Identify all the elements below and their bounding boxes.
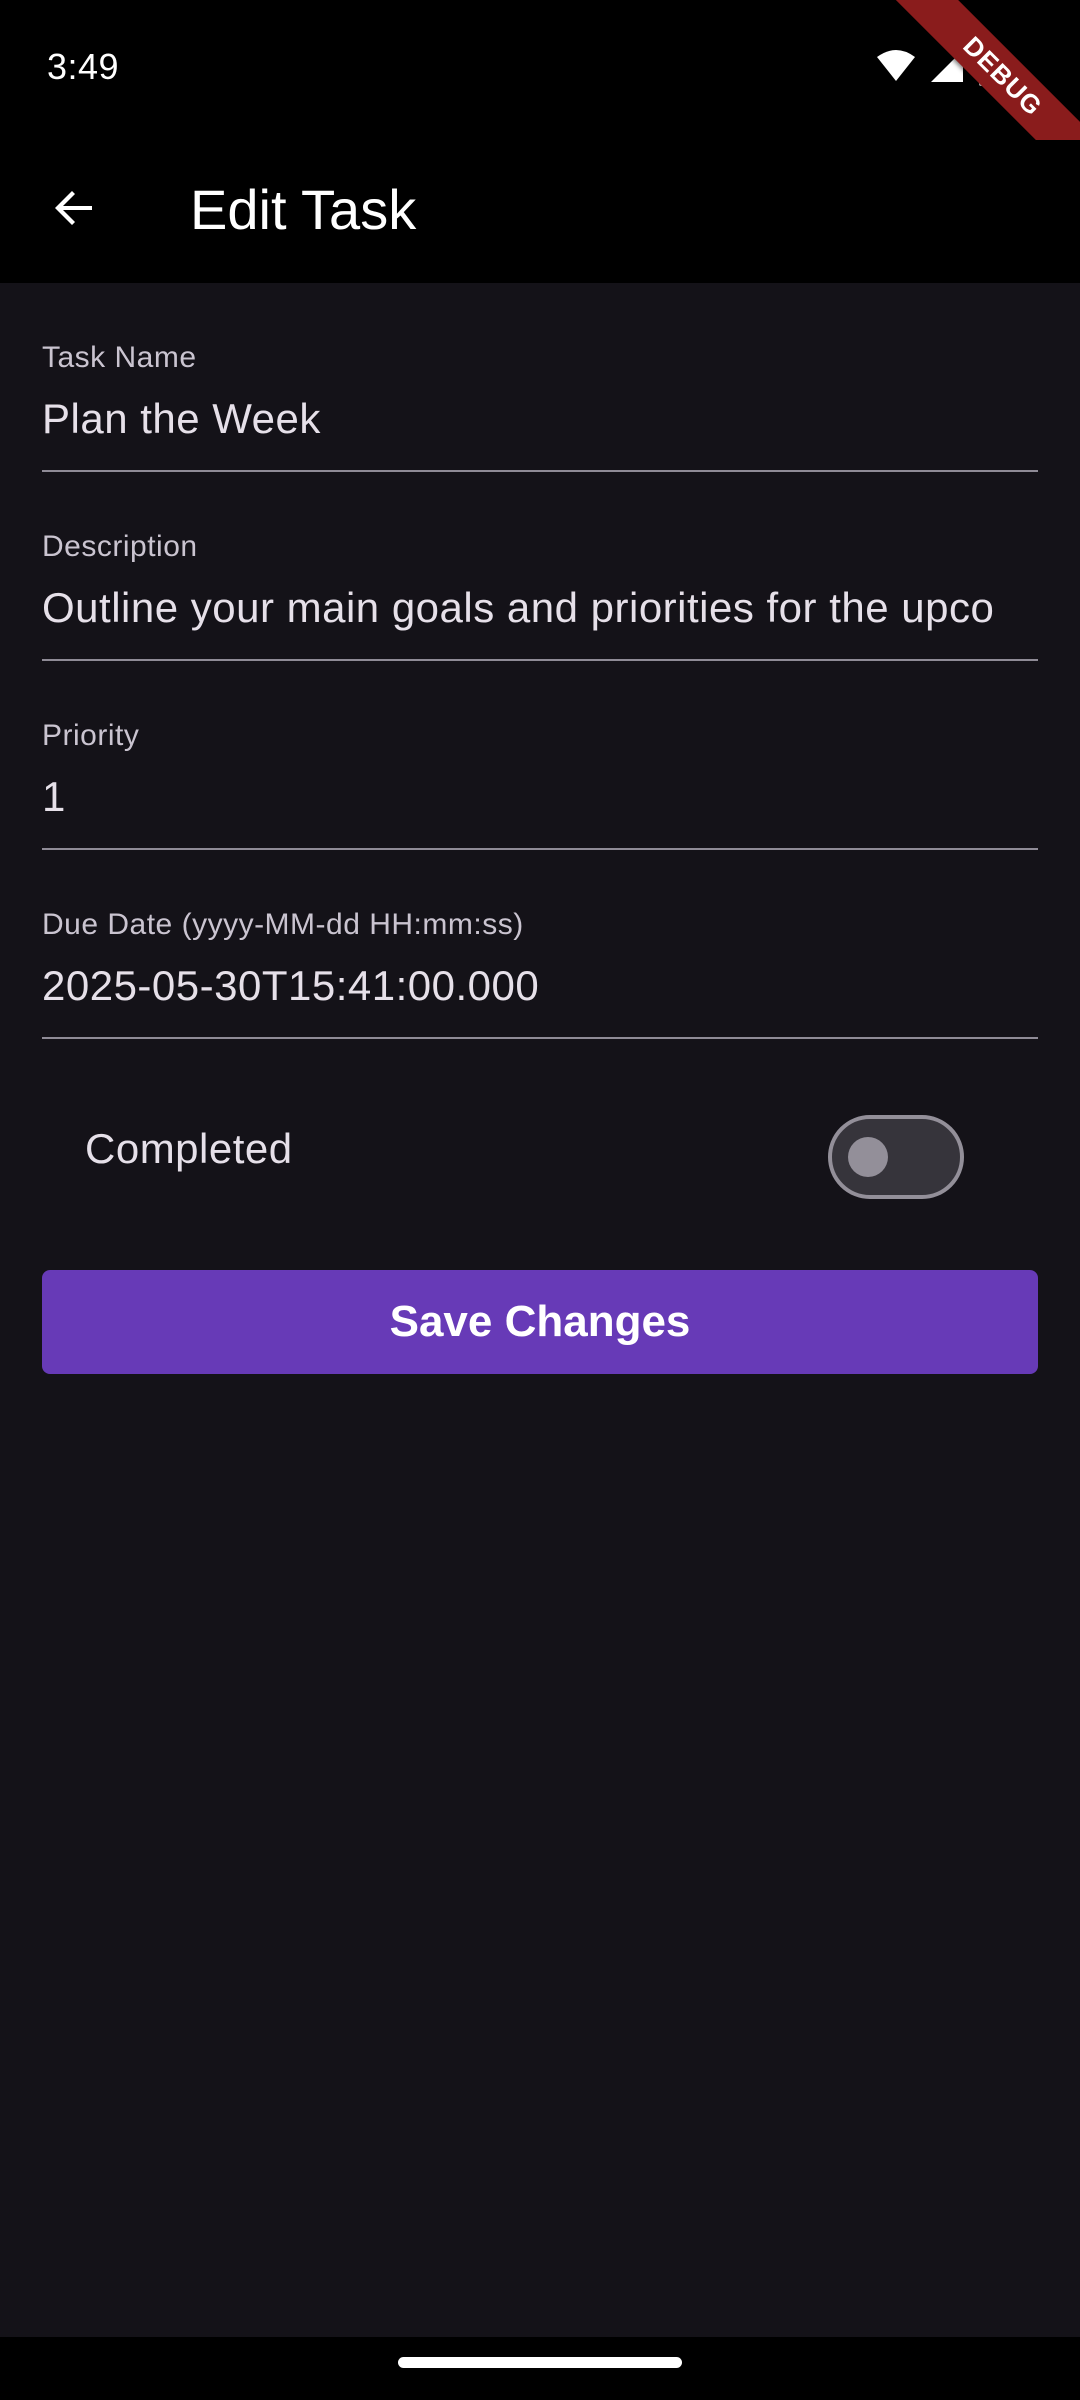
system-nav-bar	[0, 2337, 1080, 2400]
task-name-label: Task Name	[42, 341, 197, 374]
app-bar: Edit Task	[0, 140, 1080, 283]
due-date-input[interactable]	[42, 956, 1038, 1016]
save-changes-button[interactable]: Save Changes	[42, 1270, 1038, 1374]
wifi-icon	[876, 49, 916, 88]
task-name-input[interactable]	[42, 389, 1038, 449]
completed-toggle[interactable]	[828, 1115, 964, 1199]
priority-label: Priority	[42, 719, 140, 752]
task-name-field: Task Name	[42, 283, 1038, 472]
description-field: Description	[42, 472, 1038, 661]
toggle-knob	[848, 1137, 888, 1177]
page-title: Edit Task	[190, 178, 417, 241]
completed-row[interactable]: Completed	[42, 1039, 1038, 1272]
priority-input[interactable]	[42, 767, 1038, 827]
screen: 3:49 DEBUG Edit Task Task Name Plan the …	[0, 0, 1080, 2400]
completed-label: Completed	[85, 1125, 293, 1172]
home-indicator[interactable]	[398, 2357, 682, 2368]
description-label: Description	[42, 530, 198, 563]
back-button[interactable]	[38, 174, 110, 246]
arrow-back-icon	[50, 184, 98, 237]
due-date-field: Due Date (yyyy-MM-dd HH:mm:ss)	[42, 850, 1038, 1039]
status-time: 3:49	[47, 46, 120, 87]
priority-field: Priority	[42, 661, 1038, 850]
description-input[interactable]	[42, 578, 1038, 638]
due-date-label: Due Date (yyyy-MM-dd HH:mm:ss)	[42, 908, 524, 941]
edit-task-form: Task Name Description Priority Due Date …	[42, 283, 1038, 1272]
